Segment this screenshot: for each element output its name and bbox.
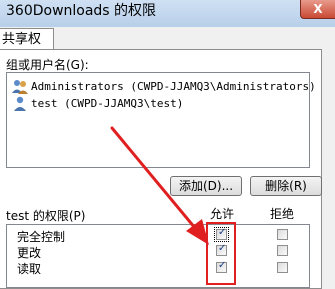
tab-share-permissions[interactable]: 共享权限 <box>0 28 54 69</box>
remove-button[interactable]: 删除(R) <box>250 176 322 196</box>
title-bar: 360Downloads 的权限 X <box>0 0 335 27</box>
close-icon: X <box>313 2 323 16</box>
permission-name-read: 读取 <box>17 262 42 276</box>
annotation-highlight-box <box>206 222 236 285</box>
permission-name-change: 更改 <box>17 246 42 260</box>
user-group-icon <box>12 80 28 94</box>
allow-column-header: 允许 <box>210 207 235 221</box>
user-list-item-administrators[interactable]: Administrators (CWPD-JJAMQ3\Administrato… <box>9 78 316 95</box>
user-list-item-test[interactable]: test (CWPD-JJAMQ3\test) <box>9 95 307 112</box>
deny-change-checkbox[interactable] <box>277 245 288 256</box>
user-list-item-label: test (CWPD-JJAMQ3\test) <box>31 97 184 110</box>
users-label: 组或用户名(G): <box>6 58 89 72</box>
user-list[interactable]: Administrators (CWPD-JJAMQ3\Administrato… <box>6 72 316 168</box>
deny-full-control-checkbox[interactable] <box>277 229 288 240</box>
add-button[interactable]: 添加(D)... <box>170 176 242 196</box>
permissions-list: 完全控制 更改 读取 <box>6 224 310 288</box>
permissions-label: test 的权限(P) <box>6 209 86 223</box>
close-button[interactable]: X <box>300 0 335 19</box>
deny-read-checkbox[interactable] <box>277 262 288 273</box>
user-icon <box>14 96 26 111</box>
user-list-item-label: Administrators (CWPD-JJAMQ3\Administrato… <box>31 80 316 93</box>
permission-name-full-control: 完全控制 <box>17 230 66 244</box>
deny-column-header: 拒绝 <box>270 207 295 221</box>
window-title: 360Downloads 的权限 <box>6 3 157 19</box>
